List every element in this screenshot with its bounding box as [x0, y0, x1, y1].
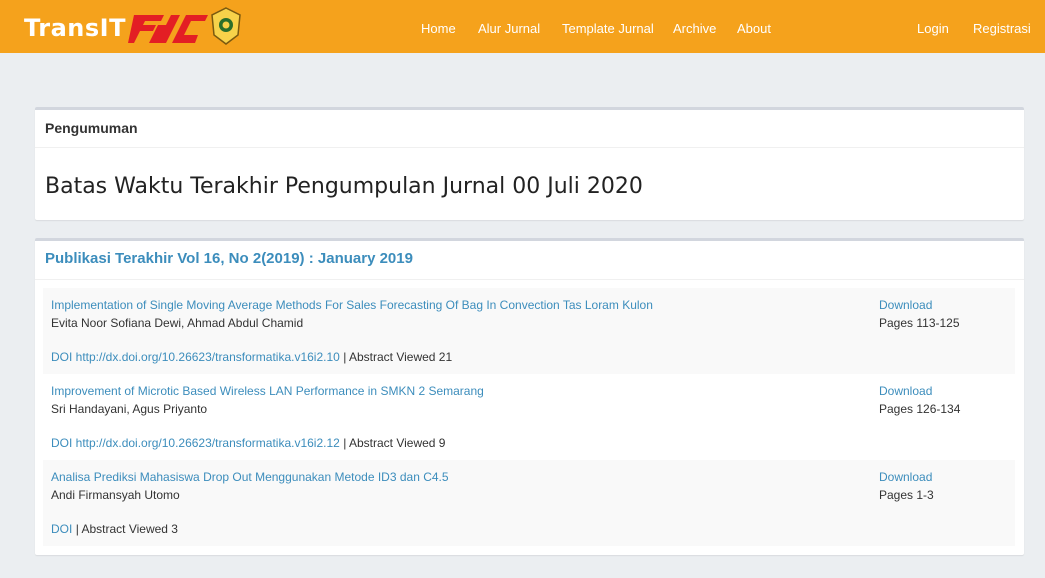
- article-title-link[interactable]: Implementation of Single Moving Average …: [51, 298, 653, 312]
- announcement-panel: Pengumuman Batas Waktu Terakhir Pengumpu…: [35, 107, 1024, 220]
- nav-home[interactable]: Home: [421, 21, 456, 36]
- university-seal-icon: [211, 7, 241, 45]
- article-row: Improvement of Microtic Based Wireless L…: [43, 374, 1015, 460]
- top-navbar: TransIT Home Alur Jurnal Template Jurnal…: [0, 0, 1045, 53]
- nav-alur-jurnal[interactable]: Alur Jurnal: [478, 21, 540, 36]
- abstract-views: | Abstract Viewed 9: [343, 436, 446, 450]
- article-download-link[interactable]: Download: [879, 470, 932, 484]
- nav-login[interactable]: Login: [917, 21, 949, 36]
- article-row: Analisa Prediksi Mahasiswa Drop Out Meng…: [43, 460, 1015, 546]
- announcement-text: Batas Waktu Terakhir Pengumpulan Jurnal …: [45, 174, 643, 199]
- article-download-link[interactable]: Download: [879, 384, 932, 398]
- article-row: Implementation of Single Moving Average …: [43, 288, 1015, 374]
- article-doi-link[interactable]: DOI http://dx.doi.org/10.26623/transform…: [51, 436, 340, 450]
- article-pages: Pages 126-134: [879, 402, 961, 416]
- brand-logo-text[interactable]: TransIT: [24, 14, 126, 42]
- nav-about[interactable]: About: [737, 21, 771, 36]
- article-title-link[interactable]: Improvement of Microtic Based Wireless L…: [51, 384, 484, 398]
- abstract-views: | Abstract Viewed 3: [75, 522, 178, 536]
- article-doi-link[interactable]: DOI: [51, 522, 72, 536]
- article-pages: Pages 1-3: [879, 488, 934, 502]
- publications-header: Publikasi Terakhir Vol 16, No 2(2019) : …: [35, 241, 1024, 280]
- article-title-link[interactable]: Analisa Prediksi Mahasiswa Drop Out Meng…: [51, 470, 449, 484]
- nav-archive[interactable]: Archive: [673, 21, 716, 36]
- article-authors: Evita Noor Sofiana Dewi, Ahmad Abdul Cha…: [51, 316, 304, 330]
- article-doi-link[interactable]: DOI http://dx.doi.org/10.26623/transform…: [51, 350, 340, 364]
- nav-registrasi[interactable]: Registrasi: [973, 21, 1031, 36]
- article-meta: DOI http://dx.doi.org/10.26623/transform…: [51, 350, 452, 364]
- article-authors: Sri Handayani, Agus Priyanto: [51, 402, 208, 416]
- article-meta: DOI http://dx.doi.org/10.26623/transform…: [51, 436, 445, 450]
- publications-panel: Publikasi Terakhir Vol 16, No 2(2019) : …: [35, 238, 1024, 555]
- article-pages: Pages 113-125: [879, 316, 960, 330]
- article-meta: DOI | Abstract Viewed 3: [51, 522, 178, 536]
- abstract-views: | Abstract Viewed 21: [343, 350, 453, 364]
- announcement-header: Pengumuman: [35, 110, 1024, 148]
- article-download-link[interactable]: Download: [879, 298, 932, 312]
- article-authors: Andi Firmansyah Utomo: [51, 488, 180, 502]
- nav-template-jurnal[interactable]: Template Jurnal: [562, 21, 654, 36]
- itc-logo-icon: [128, 15, 208, 43]
